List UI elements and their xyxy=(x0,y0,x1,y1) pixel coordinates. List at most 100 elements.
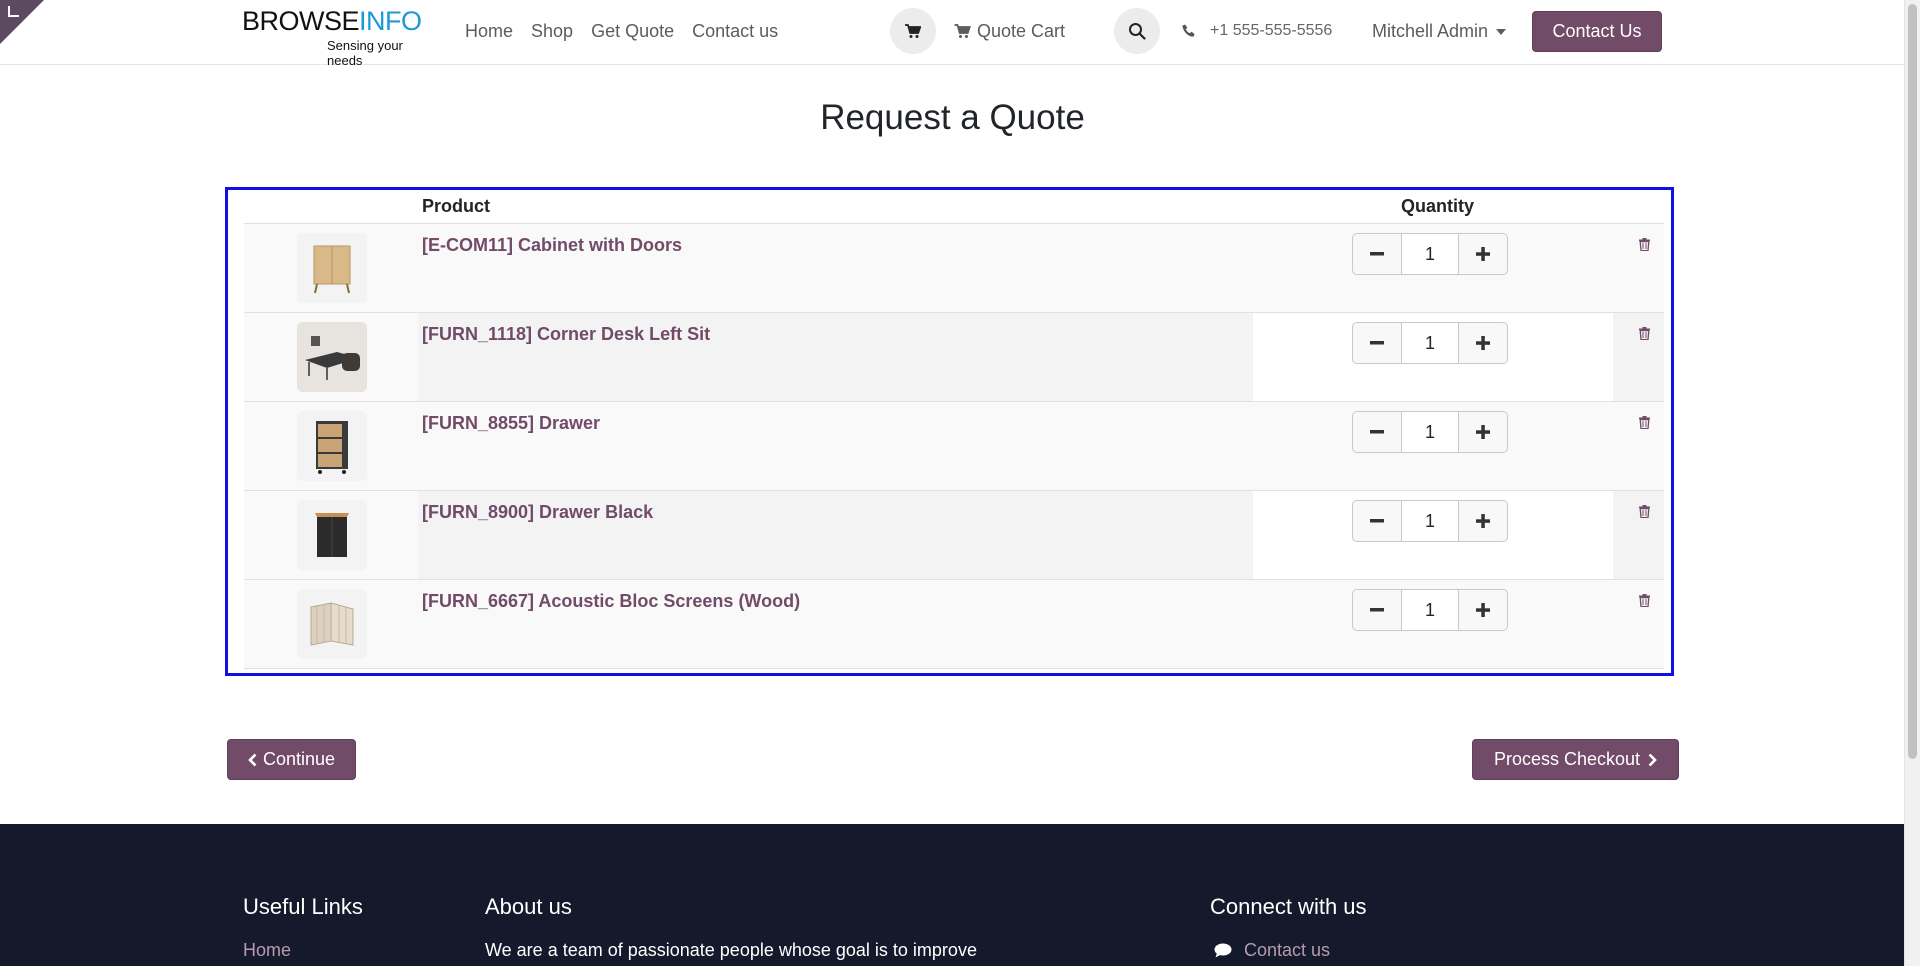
table-row: [FURN_1118] Corner Desk Left Sit xyxy=(244,313,1664,402)
product-link[interactable]: [FURN_1118] Corner Desk Left Sit xyxy=(422,324,710,345)
product-image-cabinet[interactable] xyxy=(297,233,367,303)
cart-icon xyxy=(905,23,921,38)
product-image-drawer[interactable] xyxy=(297,411,367,481)
product-name-cell: [FURN_8855] Drawer xyxy=(418,402,1253,490)
comment-icon xyxy=(1214,943,1232,958)
corner-mark-icon xyxy=(8,6,19,17)
cart-icon xyxy=(954,24,971,38)
logo-wordmark: BROWSEINFO xyxy=(242,6,422,36)
quantity-cell xyxy=(1253,491,1613,579)
quantity-cell xyxy=(1253,580,1613,668)
quantity-input[interactable] xyxy=(1402,411,1458,453)
search-icon xyxy=(1129,23,1146,40)
phone-icon xyxy=(1182,24,1195,37)
phone-link[interactable]: +1 555-555-5556 xyxy=(1182,22,1332,40)
quantity-cell xyxy=(1253,402,1613,490)
site-footer: Useful Links Home About us We are a team… xyxy=(0,824,1905,966)
quote-cart-link[interactable]: Quote Cart xyxy=(954,21,1065,42)
column-header-product: Product xyxy=(422,196,491,216)
trash-icon[interactable] xyxy=(1639,416,1650,429)
page-title: Request a Quote xyxy=(820,98,1085,137)
phone-number: +1 555-555-5556 xyxy=(1210,22,1333,39)
column-header-quantity: Quantity xyxy=(1401,196,1475,216)
chevron-down-icon xyxy=(1496,28,1507,35)
quote-cart-label: Quote Cart xyxy=(977,21,1066,41)
vertical-scrollbar[interactable] xyxy=(1904,0,1920,966)
cart-button[interactable] xyxy=(890,8,936,54)
plus-icon xyxy=(1476,514,1490,528)
product-image-corner-desk[interactable] xyxy=(297,322,367,392)
trash-icon[interactable] xyxy=(1639,327,1650,340)
minus-icon xyxy=(1370,430,1384,434)
table-row: [FURN_6667] Acoustic Bloc Screens (Wood) xyxy=(244,580,1664,669)
quantity-cell xyxy=(1253,313,1613,401)
decrease-quantity-button[interactable] xyxy=(1352,411,1402,453)
increase-quantity-button[interactable] xyxy=(1458,589,1508,631)
decrease-quantity-button[interactable] xyxy=(1352,500,1402,542)
chevron-right-icon xyxy=(1648,753,1657,766)
product-image-drawer-black[interactable] xyxy=(297,500,367,570)
table-row: [FURN_8855] Drawer xyxy=(244,402,1664,491)
table-row: [FURN_8900] Drawer Black xyxy=(244,491,1664,580)
nav-shop[interactable]: Shop xyxy=(531,21,573,42)
nav-get-quote[interactable]: Get Quote xyxy=(591,21,674,42)
debug-corner-badge[interactable] xyxy=(0,0,44,44)
minus-icon xyxy=(1370,252,1384,256)
product-image-acoustic-screens[interactable] xyxy=(297,589,367,659)
trash-icon[interactable] xyxy=(1639,505,1650,518)
logo[interactable]: BROWSEINFO Sensing your needs xyxy=(242,6,432,68)
plus-icon xyxy=(1476,336,1490,350)
minus-icon xyxy=(1370,519,1384,523)
decrease-quantity-button[interactable] xyxy=(1352,233,1402,275)
trash-icon[interactable] xyxy=(1639,594,1650,607)
logo-tagline: Sensing your needs xyxy=(327,38,403,68)
increase-quantity-button[interactable] xyxy=(1458,411,1508,453)
delete-cell xyxy=(1613,491,1664,579)
user-menu[interactable]: Mitchell Admin xyxy=(1372,21,1507,42)
quantity-stepper xyxy=(1352,500,1508,542)
product-link[interactable]: [FURN_8900] Drawer Black xyxy=(422,502,653,523)
minus-icon xyxy=(1370,608,1384,612)
increase-quantity-button[interactable] xyxy=(1458,500,1508,542)
nav-contact-us[interactable]: Contact us xyxy=(692,21,778,42)
footer-contact-label: Contact us xyxy=(1244,940,1331,960)
continue-label: Continue xyxy=(262,749,336,769)
minus-icon xyxy=(1370,341,1384,345)
delete-cell xyxy=(1613,313,1664,401)
trash-icon[interactable] xyxy=(1639,238,1650,251)
user-name: Mitchell Admin xyxy=(1372,21,1489,41)
decrease-quantity-button[interactable] xyxy=(1352,322,1402,364)
increase-quantity-button[interactable] xyxy=(1458,233,1508,275)
search-button[interactable] xyxy=(1114,8,1160,54)
increase-quantity-button[interactable] xyxy=(1458,322,1508,364)
footer-about-text: We are a team of passionate people whose… xyxy=(485,940,977,960)
quantity-input[interactable] xyxy=(1402,233,1458,275)
main-nav: Home Shop Get Quote Contact us xyxy=(465,21,778,42)
decrease-quantity-button[interactable] xyxy=(1352,589,1402,631)
product-link[interactable]: [E-COM11] Cabinet with Doors xyxy=(422,235,682,256)
quote-cart-table-container: Product Quantity [E-COM11] Cabinet with … xyxy=(225,187,1674,676)
quantity-input[interactable] xyxy=(1402,322,1458,364)
footer-connect-title: Connect with us xyxy=(1210,894,1367,919)
quantity-stepper xyxy=(1352,322,1508,364)
continue-button[interactable]: Continue xyxy=(227,739,356,780)
product-link[interactable]: [FURN_8855] Drawer xyxy=(422,413,600,434)
quantity-stepper xyxy=(1352,233,1508,275)
footer-useful-links-title: Useful Links xyxy=(243,894,363,919)
process-checkout-button[interactable]: Process Checkout xyxy=(1472,739,1679,780)
product-link[interactable]: [FURN_6667] Acoustic Bloc Screens (Wood) xyxy=(422,591,800,612)
footer-link-home[interactable]: Home xyxy=(243,940,291,961)
scrollbar-thumb[interactable] xyxy=(1908,4,1917,759)
nav-home[interactable]: Home xyxy=(465,21,513,42)
product-name-cell: [E-COM11] Cabinet with Doors xyxy=(418,224,1253,312)
quantity-input[interactable] xyxy=(1402,500,1458,542)
quantity-stepper xyxy=(1352,589,1508,631)
site-header: BROWSEINFO Sensing your needs Home Shop … xyxy=(0,0,1905,68)
contact-us-button[interactable]: Contact Us xyxy=(1532,11,1662,52)
checkout-label: Process Checkout xyxy=(1493,749,1641,769)
quantity-cell xyxy=(1253,224,1613,312)
quantity-stepper xyxy=(1352,411,1508,453)
footer-contact-link[interactable]: Contact us xyxy=(1214,940,1330,961)
quantity-input[interactable] xyxy=(1402,589,1458,631)
delete-cell xyxy=(1613,402,1664,490)
